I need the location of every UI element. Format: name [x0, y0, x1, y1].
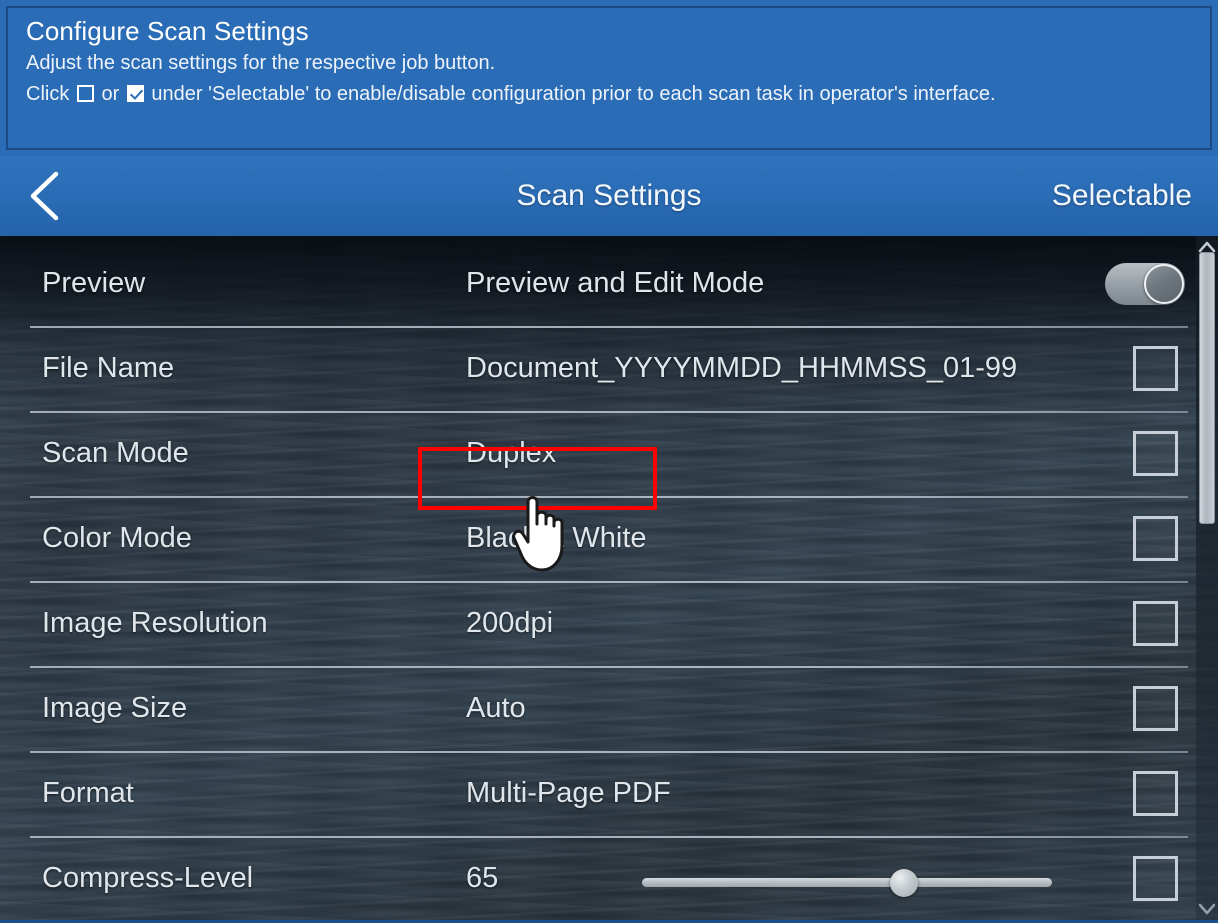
preview-toggle-switch[interactable]: [1105, 263, 1185, 305]
setting-value[interactable]: Auto: [466, 666, 526, 751]
scroll-down-arrow-icon[interactable]: [1196, 900, 1218, 918]
selectable-checkbox[interactable]: [1133, 431, 1178, 476]
setting-label: Format: [42, 777, 134, 809]
row-separator: [30, 411, 1188, 413]
setting-value[interactable]: Duplex: [466, 411, 556, 496]
setting-label: Preview: [42, 267, 146, 299]
selectable-column-header: Selectable: [1051, 179, 1192, 212]
setting-label: Image Resolution: [42, 607, 268, 639]
title-bar: Scan Settings Selectable: [0, 156, 1218, 236]
setting-label: File Name: [42, 352, 175, 384]
setting-value[interactable]: Multi-Page PDF: [466, 751, 671, 836]
selectable-checkbox[interactable]: [1133, 771, 1178, 816]
table-row[interactable]: File Name Document_YYYYMMDD_HHMMSS_01-99: [0, 326, 1218, 411]
settings-list: Preview Preview and Edit Mode File Name Doc…: [0, 236, 1218, 920]
selectable-checkbox[interactable]: [1133, 686, 1178, 731]
toggle-knob: [1144, 264, 1184, 304]
instruction-line-1: Adjust the scan settings for the respect…: [26, 52, 496, 74]
slider-thumb[interactable]: [890, 869, 919, 897]
setting-value[interactable]: 65: [466, 836, 498, 920]
setting-value[interactable]: Black & White: [466, 496, 647, 581]
setting-label: Image Size: [42, 692, 188, 724]
setting-label: Color Mode: [42, 522, 192, 554]
table-row[interactable]: Format Multi-Page PDF: [0, 751, 1218, 836]
page-title: Scan Settings: [516, 179, 702, 212]
table-row[interactable]: Compress-Level 65: [0, 836, 1218, 920]
setting-value[interactable]: Preview and Edit Mode: [466, 241, 764, 326]
table-row[interactable]: Color Mode Black & White: [0, 496, 1218, 581]
instruction-line-2: Click or under 'Selectable' to enable/di…: [26, 79, 1196, 110]
selectable-checkbox[interactable]: [1133, 601, 1178, 646]
row-separator: [30, 666, 1188, 668]
instruction-panel-inner: Configure Scan Settings Adjust the scan …: [6, 6, 1212, 150]
setting-label: Compress-Level: [42, 862, 254, 894]
setting-value[interactable]: 200dpi: [466, 581, 553, 666]
table-row[interactable]: Image Size Auto: [0, 666, 1218, 751]
instruction-line-2-prefix: Click: [26, 83, 70, 105]
setting-value[interactable]: Document_YYYYMMDD_HHMMSS_01-99: [466, 326, 1017, 411]
checked-box-icon: [126, 85, 144, 102]
instruction-title: Configure Scan Settings: [26, 16, 309, 46]
setting-label: Scan Mode: [42, 437, 189, 469]
compress-level-slider[interactable]: [642, 869, 1052, 897]
instruction-panel: Configure Scan Settings Adjust the scan …: [0, 0, 1218, 156]
selectable-checkbox[interactable]: [1133, 346, 1178, 391]
instruction-line-2-or: or: [101, 83, 120, 105]
unchecked-box-icon: [76, 85, 94, 102]
vertical-scrollbar[interactable]: [1196, 236, 1218, 920]
table-row[interactable]: Image Resolution 200dpi: [0, 581, 1218, 666]
table-row[interactable]: Scan Mode Duplex: [0, 411, 1218, 496]
table-row[interactable]: Preview Preview and Edit Mode: [0, 241, 1218, 326]
scroll-thumb[interactable]: [1199, 252, 1215, 524]
instruction-line-2-suffix: under 'Selectable' to enable/disable con…: [151, 83, 996, 105]
selectable-checkbox[interactable]: [1133, 856, 1178, 901]
selectable-checkbox[interactable]: [1133, 516, 1178, 561]
